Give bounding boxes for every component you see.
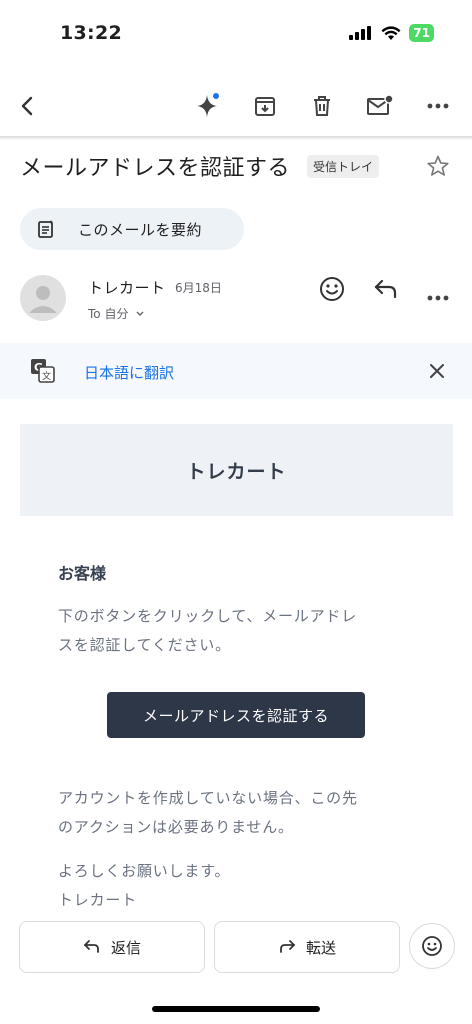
trash-icon bbox=[314, 96, 330, 116]
more-button[interactable] bbox=[422, 90, 454, 122]
forward-icon bbox=[280, 940, 295, 953]
translate-icon: G 文 bbox=[31, 359, 55, 383]
signal-icon bbox=[349, 26, 372, 40]
reply-label: 返信 bbox=[110, 938, 141, 957]
message-more-button[interactable] bbox=[427, 286, 449, 305]
recipient-label: To 自分 bbox=[88, 307, 129, 321]
forward-button[interactable]: 転送 bbox=[214, 921, 400, 973]
email-brand-title: トレカート bbox=[186, 460, 287, 483]
email-paragraph-1-line-2: スを認証してください。 bbox=[58, 636, 231, 654]
email-subject: メールアドレスを認証する bbox=[20, 156, 291, 181]
more-icon bbox=[427, 295, 449, 301]
email-closing: よろしくお願いします。 bbox=[58, 862, 231, 880]
star-icon bbox=[427, 155, 449, 176]
verify-email-button[interactable]: メールアドレスを認証する bbox=[107, 692, 365, 738]
translate-icon-wrap: G 文 bbox=[30, 358, 56, 388]
emoji-react-button[interactable] bbox=[318, 275, 346, 307]
forward-label: 転送 bbox=[305, 938, 336, 957]
reply-icon-button[interactable] bbox=[373, 278, 399, 304]
avatar-icon bbox=[29, 286, 57, 313]
wifi-icon bbox=[381, 25, 401, 40]
status-icons: 71 bbox=[349, 24, 434, 42]
close-translate-button[interactable] bbox=[428, 362, 446, 384]
footer-emoji-button[interactable] bbox=[409, 923, 455, 969]
more-icon bbox=[427, 103, 449, 109]
gemini-button[interactable] bbox=[192, 90, 224, 122]
mark-unread-icon bbox=[367, 94, 394, 115]
gemini-sparkle-icon bbox=[197, 93, 219, 117]
emoji-icon bbox=[320, 277, 344, 301]
summarize-label: このメールを要約 bbox=[78, 220, 203, 239]
emoji-icon bbox=[422, 936, 442, 956]
reply-icon bbox=[84, 940, 99, 953]
email-greeting: お客様 bbox=[58, 564, 107, 583]
battery-indicator: 71 bbox=[409, 24, 434, 42]
inbox-label-chip[interactable]: 受信トレイ bbox=[307, 155, 380, 178]
chevron-down-icon bbox=[136, 311, 144, 316]
home-indicator[interactable] bbox=[152, 1006, 320, 1012]
close-icon bbox=[430, 364, 444, 378]
email-paragraph-2-line-1: アカウントを作成していない場合、この先 bbox=[58, 789, 358, 807]
archive-icon bbox=[255, 97, 275, 116]
reply-icon bbox=[374, 279, 397, 299]
recipient-toggle[interactable]: To 自分 bbox=[88, 305, 145, 322]
email-signature: トレカート bbox=[58, 891, 138, 909]
svg-text:文: 文 bbox=[42, 370, 51, 382]
reply-button[interactable]: 返信 bbox=[19, 921, 205, 973]
translate-link[interactable]: 日本語に翻訳 bbox=[84, 362, 174, 383]
translate-bar bbox=[0, 343, 472, 399]
sender-avatar[interactable] bbox=[20, 275, 66, 321]
sender-date: 6月18日 bbox=[175, 281, 222, 295]
back-icon bbox=[21, 96, 33, 116]
mark-unread-button[interactable] bbox=[364, 90, 396, 122]
email-toolbar bbox=[0, 78, 472, 134]
back-button[interactable] bbox=[12, 90, 44, 122]
email-paragraph-2-line-2: のアクションは必要ありません。 bbox=[58, 818, 294, 836]
status-time: 13:22 bbox=[60, 22, 122, 44]
archive-button[interactable] bbox=[249, 90, 281, 122]
sender-name: トレカート bbox=[88, 279, 166, 297]
summarize-button[interactable]: このメールを要約 bbox=[20, 208, 244, 250]
star-button[interactable] bbox=[426, 154, 450, 182]
summary-icon bbox=[38, 220, 54, 238]
email-paragraph-1-line-1: 下のボタンをクリックして、メールアドレ bbox=[58, 607, 358, 625]
email-brand-header: トレカート bbox=[20, 424, 453, 516]
toolbar-divider bbox=[0, 136, 472, 140]
delete-button[interactable] bbox=[306, 90, 338, 122]
